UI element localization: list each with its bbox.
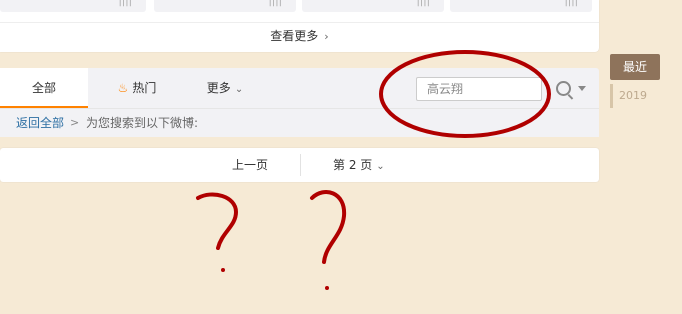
annotation-question-mark (310, 190, 347, 264)
prev-page-button[interactable]: 上一页 (232, 148, 268, 182)
timeline-year-2019[interactable]: 2019 (610, 84, 660, 108)
stub-glyph: |||| (416, 0, 430, 7)
tab-more-label: 更多 (206, 81, 231, 95)
feed-stub[interactable]: |||| (302, 0, 444, 12)
search-box (416, 77, 542, 101)
tab-all[interactable]: 全部 (0, 68, 88, 108)
tab-hot[interactable]: ♨ 热门 (112, 68, 162, 106)
stub-glyph: |||| (118, 0, 132, 7)
timeline-recent[interactable]: 最近 (610, 54, 660, 80)
annotation-question-mark (196, 192, 239, 250)
page-select-label: 第 2 页 (333, 158, 373, 172)
feed-card: |||| |||| |||| |||| 查看更多 › (0, 0, 599, 52)
pagination: 上一页 第 2 页 ⌄ (0, 148, 599, 182)
page-select[interactable]: 第 2 页 ⌄ (333, 148, 385, 184)
tab-hot-label: 热门 (132, 81, 157, 95)
chevron-right-icon: > (70, 116, 80, 129)
chevron-down-icon: ⌄ (376, 161, 385, 172)
see-more-label: 查看更多 (270, 29, 319, 43)
back-to-all-link[interactable]: 返回全部 (16, 109, 64, 137)
breadcrumb: 返回全部 > 为您搜索到以下微博: (0, 108, 599, 137)
caret-down-icon[interactable] (578, 86, 586, 91)
flame-icon: ♨ (117, 81, 129, 95)
search-button[interactable] (552, 78, 588, 100)
tab-all-label: 全部 (31, 81, 56, 95)
see-more-link[interactable]: 查看更多 › (0, 22, 599, 49)
annotation-question-dot (221, 268, 225, 272)
feed-stub[interactable]: |||| (450, 0, 592, 12)
feed-stub-row: |||| |||| |||| |||| (0, 0, 599, 12)
pager-divider (300, 154, 301, 176)
chevron-right-icon: › (324, 30, 329, 43)
stub-glyph: |||| (564, 0, 578, 7)
tab-more-dropdown[interactable]: 更多 ⌄ (200, 68, 250, 106)
search-icon (556, 81, 571, 96)
feed-stub[interactable]: |||| (154, 0, 296, 12)
annotation-question-dot (325, 286, 329, 290)
search-input[interactable] (417, 78, 537, 100)
stub-glyph: |||| (268, 0, 282, 7)
search-result-text: 为您搜索到以下微博: (86, 116, 199, 130)
chevron-down-icon: ⌄ (234, 84, 244, 95)
feed-stub[interactable]: |||| (0, 0, 146, 12)
filter-tab-bar: 全部 ♨ 热门 更多 ⌄ (0, 68, 599, 108)
